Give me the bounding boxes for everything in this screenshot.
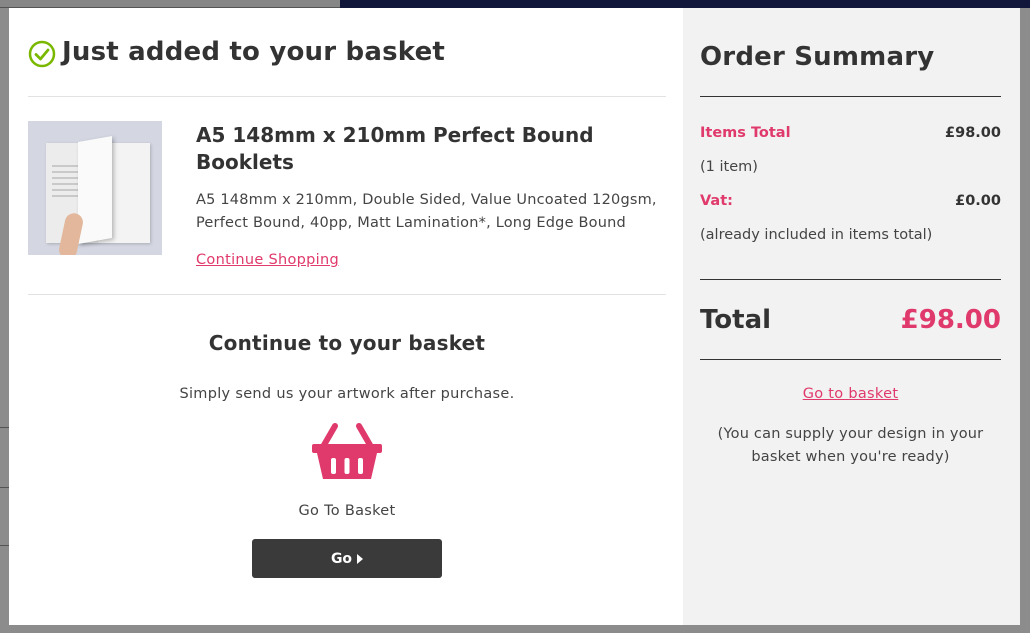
modal-main-panel: Just added to your basket A5 148mm x 210… — [9, 8, 683, 625]
added-header: Just added to your basket — [28, 8, 666, 97]
order-summary-title: Order Summary — [700, 8, 1001, 97]
vat-note: (already included in items total) — [700, 227, 933, 243]
caret-right-icon — [357, 553, 364, 564]
summary-details: Items Total £98.00 (1 item) Vat: £0.00 (… — [700, 97, 1001, 280]
items-total-label: Items Total — [700, 125, 791, 141]
product-description: A5 148mm x 210mm, Double Sided, Value Un… — [196, 192, 657, 231]
basket-modal: Just added to your basket A5 148mm x 210… — [9, 8, 1020, 625]
total-value: £98.00 — [900, 304, 1001, 335]
vat-label: Vat: — [700, 193, 733, 209]
product-row: A5 148mm x 210mm Perfect Bound Booklets … — [28, 97, 666, 295]
added-title: Just added to your basket — [62, 37, 446, 67]
item-count: (1 item) — [700, 159, 758, 175]
basket-subtext: Simply send us your artwork after purcha… — [179, 386, 515, 402]
basket-heading: Continue to your basket — [208, 331, 486, 355]
vat-row: Vat: £0.00 — [700, 191, 1001, 211]
total-label: Total — [700, 304, 772, 335]
go-button[interactable]: Go — [252, 539, 442, 578]
product-image — [28, 121, 162, 255]
basket-icon[interactable] — [311, 423, 383, 481]
basket-section: Continue to your basket Simply send us y… — [28, 295, 666, 578]
go-button-label: Go — [330, 550, 353, 567]
items-total-value: £98.00 — [945, 125, 1001, 141]
items-total-row: Items Total £98.00 — [700, 123, 1001, 143]
vat-value: £0.00 — [955, 193, 1001, 209]
supply-note: (You can supply your design in your bask… — [717, 426, 984, 465]
product-title: A5 148mm x 210mm Perfect Bound Booklets — [196, 123, 594, 174]
total-row: Total £98.00 — [700, 280, 1001, 360]
order-summary-panel: Order Summary Items Total £98.00 (1 item… — [683, 8, 1020, 625]
product-info: A5 148mm x 210mm Perfect Bound Booklets … — [196, 121, 666, 294]
check-circle-icon — [28, 40, 56, 68]
go-to-basket-text: Go To Basket — [298, 503, 396, 519]
continue-shopping-link[interactable]: Continue Shopping — [196, 252, 339, 268]
go-to-basket-link[interactable]: Go to basket — [700, 386, 1001, 402]
